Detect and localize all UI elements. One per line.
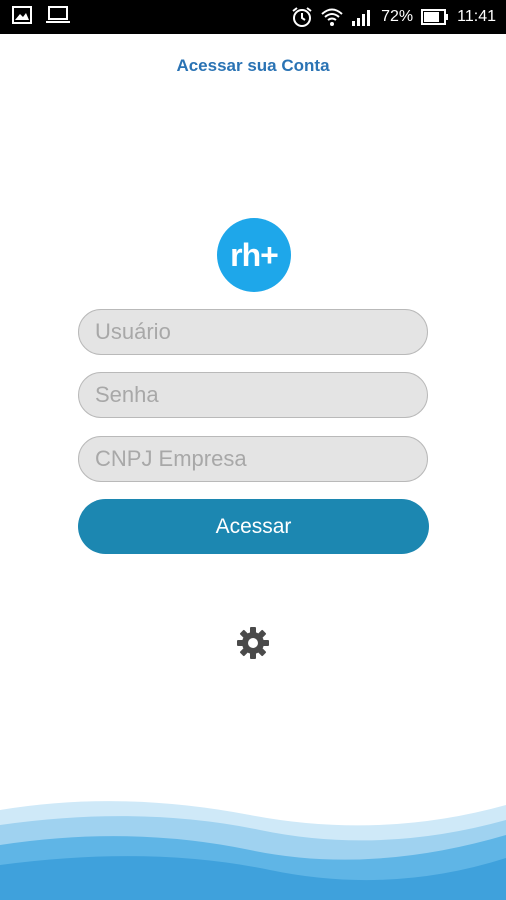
battery-icon — [421, 9, 449, 25]
status-left — [12, 6, 70, 24]
laptop-icon — [46, 6, 70, 23]
password-input[interactable] — [78, 372, 428, 418]
username-input[interactable] — [78, 309, 428, 355]
clock: 11:41 — [457, 8, 496, 25]
signal-icon — [352, 10, 371, 26]
login-button[interactable]: Acessar — [78, 499, 429, 554]
alarm-icon — [292, 7, 312, 27]
gear-icon[interactable] — [236, 626, 270, 660]
wave-decoration — [0, 801, 506, 900]
page-title: Acessar sua Conta — [176, 56, 330, 75]
image-icon — [12, 6, 32, 24]
battery-percent: 72% — [381, 8, 414, 25]
status-right: 72% 11:41 — [291, 6, 496, 28]
app-logo: rh+ — [217, 218, 291, 292]
wifi-icon — [321, 8, 343, 26]
cnpj-input[interactable] — [78, 436, 428, 482]
status-bar: 72% 11:41 — [0, 0, 506, 34]
